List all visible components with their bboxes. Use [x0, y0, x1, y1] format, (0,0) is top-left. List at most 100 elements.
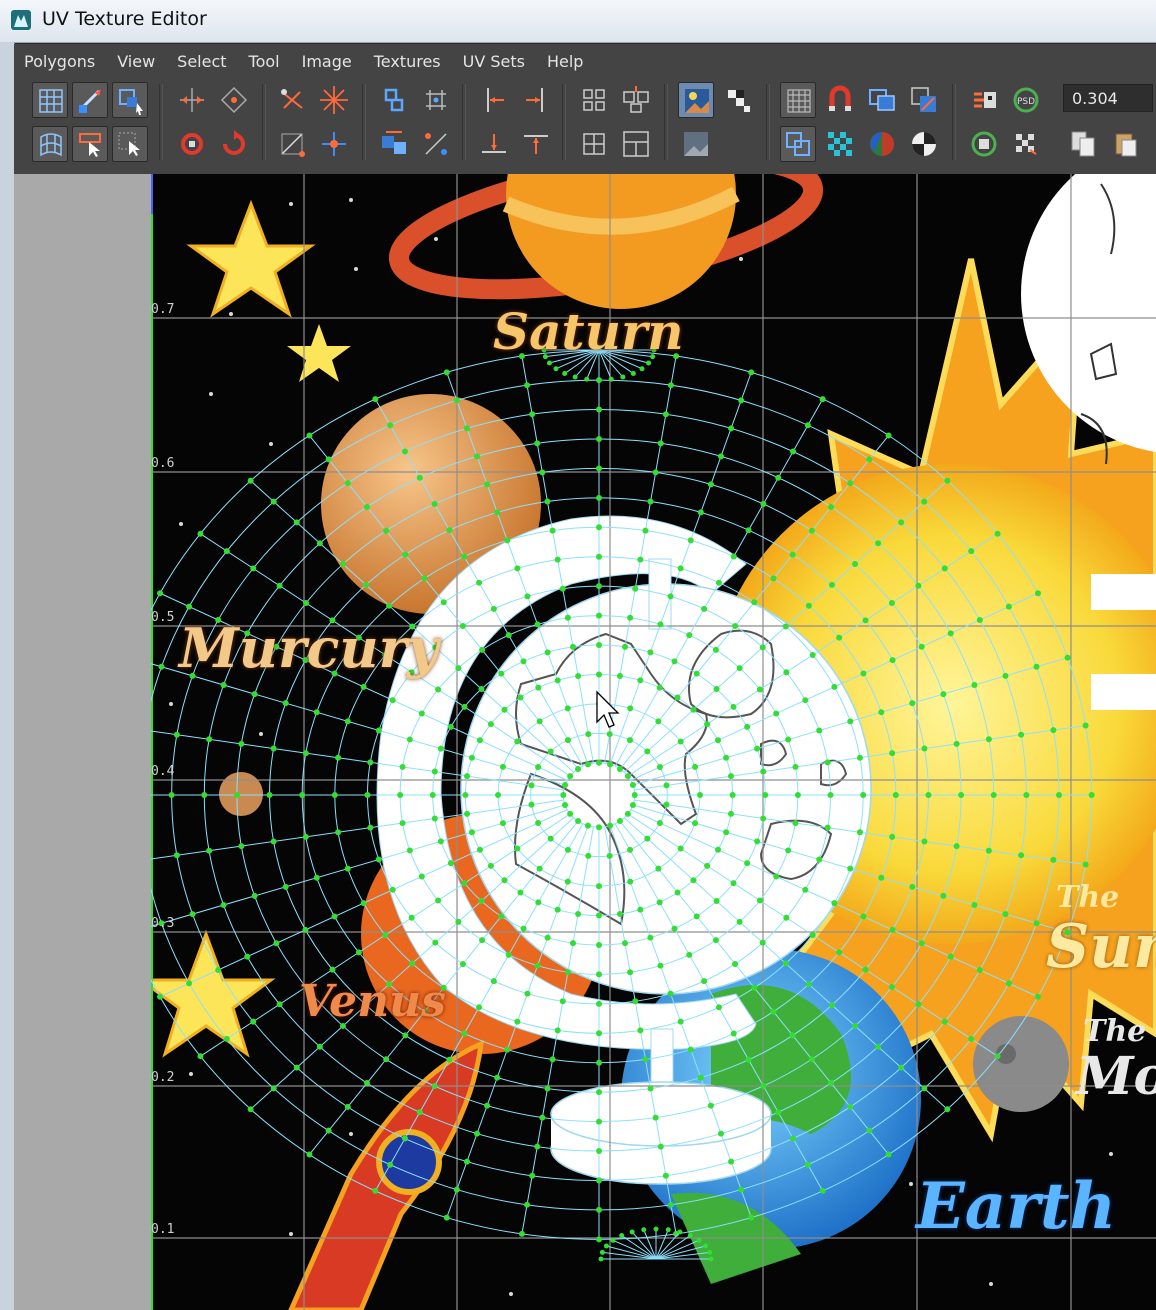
- uv-vertex[interactable]: [657, 1143, 664, 1150]
- uv-vertex[interactable]: [715, 846, 722, 853]
- uv-vertex[interactable]: [464, 773, 471, 780]
- uv-vertex[interactable]: [363, 581, 370, 588]
- uv-vertex[interactable]: [789, 1032, 796, 1039]
- uv-vertex[interactable]: [476, 846, 483, 853]
- uv-vertex[interactable]: [646, 360, 652, 366]
- uv-vertex[interactable]: [344, 865, 351, 872]
- uv-vertex[interactable]: [382, 932, 389, 939]
- uv-vertex[interactable]: [667, 990, 674, 997]
- uv-vertex[interactable]: [575, 765, 582, 772]
- uv-vertex[interactable]: [671, 925, 678, 932]
- uv-vertex[interactable]: [608, 376, 614, 382]
- uv-vertex[interactable]: [639, 366, 645, 372]
- uv-vertex[interactable]: [266, 792, 273, 798]
- uv-vertex[interactable]: [562, 782, 569, 789]
- uv-vertex[interactable]: [223, 1035, 230, 1042]
- uv-vertex[interactable]: [701, 978, 708, 985]
- uv-vertex[interactable]: [276, 1001, 283, 1008]
- uv-vertex[interactable]: [944, 1106, 951, 1113]
- uv-vertex[interactable]: [554, 556, 561, 563]
- uv-vertex[interactable]: [360, 683, 367, 690]
- uv-vertex[interactable]: [693, 670, 700, 677]
- uv-vertex[interactable]: [727, 773, 734, 780]
- uv-vertex[interactable]: [677, 1018, 684, 1025]
- uv-vertex[interactable]: [824, 759, 831, 766]
- uv-vertex[interactable]: [637, 556, 644, 563]
- uv-vertex[interactable]: [250, 1018, 257, 1025]
- uv-vertex[interactable]: [677, 738, 684, 745]
- uv-vertex[interactable]: [247, 1106, 254, 1113]
- menu-view[interactable]: View: [106, 52, 166, 71]
- uv-smudge-tool-icon[interactable]: [32, 126, 68, 162]
- uv-vertex[interactable]: [596, 1177, 602, 1184]
- uv-vertex[interactable]: [596, 1089, 602, 1096]
- uv-vertex[interactable]: [331, 792, 338, 798]
- uv-vertex[interactable]: [677, 565, 684, 572]
- uv-vertex[interactable]: [447, 723, 454, 730]
- uv-vertex[interactable]: [686, 951, 693, 958]
- uv-vertex[interactable]: [852, 561, 859, 568]
- uv-vertex[interactable]: [947, 630, 954, 637]
- uv-vertex[interactable]: [490, 978, 497, 985]
- uv-vertex[interactable]: [607, 822, 614, 829]
- uv-vertex[interactable]: [560, 792, 567, 798]
- uv-vertex[interactable]: [276, 582, 283, 589]
- uv-vertex[interactable]: [421, 575, 428, 582]
- shaded-uvs-icon[interactable]: [864, 82, 900, 118]
- uv-vertex[interactable]: [708, 1256, 714, 1262]
- uv-vertex[interactable]: [596, 759, 602, 766]
- uv-snapshot-icon[interactable]: [966, 126, 1002, 162]
- uv-vertex[interactable]: [244, 953, 251, 960]
- uv-vertex[interactable]: [306, 1151, 313, 1158]
- uv-vertex[interactable]: [559, 998, 566, 1005]
- uv-vertex[interactable]: [401, 448, 408, 455]
- uv-vertex[interactable]: [656, 899, 663, 906]
- uv-vertex[interactable]: [432, 939, 439, 946]
- uv-vertex[interactable]: [517, 694, 524, 701]
- uv-vertex[interactable]: [940, 892, 947, 899]
- copy-uvs-icon[interactable]: [1066, 126, 1102, 162]
- uv-vertex[interactable]: [476, 737, 483, 744]
- uv-vertex[interactable]: [535, 684, 542, 691]
- uv-vertex[interactable]: [585, 852, 592, 859]
- uv-vertex[interactable]: [627, 969, 634, 976]
- uv-vertex[interactable]: [723, 829, 730, 836]
- uv-vertex[interactable]: [785, 736, 792, 743]
- rotate-uvs-ccw-icon[interactable]: [174, 126, 210, 162]
- uv-vertex[interactable]: [270, 1085, 277, 1092]
- uv-vertex[interactable]: [564, 614, 571, 621]
- uv-vertex[interactable]: [921, 1085, 928, 1092]
- uv-vertex[interactable]: [273, 940, 280, 947]
- cut-uv-edges-icon[interactable]: [274, 82, 310, 118]
- uv-vertex[interactable]: [599, 1249, 605, 1255]
- uv-vertex[interactable]: [622, 940, 629, 947]
- normalize-uvs-icon[interactable]: [274, 126, 310, 162]
- uv-vertex[interactable]: [789, 551, 796, 558]
- uv-vertex[interactable]: [437, 745, 444, 752]
- uv-vertex[interactable]: [885, 432, 892, 439]
- uv-vertex[interactable]: [1005, 603, 1012, 610]
- uv-vertex[interactable]: [534, 962, 541, 969]
- uv-vertex[interactable]: [1064, 654, 1071, 661]
- uv-vertex[interactable]: [505, 951, 512, 958]
- uv-vertex[interactable]: [270, 498, 277, 505]
- uv-vertex[interactable]: [968, 1035, 975, 1042]
- uv-vertex[interactable]: [1033, 663, 1040, 670]
- uv-vertex[interactable]: [596, 912, 602, 919]
- uv-vertex[interactable]: [596, 524, 602, 531]
- uv-vertex[interactable]: [282, 883, 289, 890]
- uv-vertex[interactable]: [728, 425, 735, 432]
- uv-vertex[interactable]: [1002, 911, 1009, 918]
- uv-vertex[interactable]: [416, 474, 423, 481]
- uv-vertex[interactable]: [206, 736, 213, 743]
- uv-vertex[interactable]: [662, 411, 669, 418]
- uv-vertex[interactable]: [847, 480, 854, 487]
- uv-vertex[interactable]: [790, 1135, 797, 1142]
- uv-vertex[interactable]: [596, 1206, 602, 1213]
- uv-vertex[interactable]: [197, 1053, 204, 1060]
- uv-vertex[interactable]: [344, 718, 351, 725]
- uv-vertex[interactable]: [971, 902, 978, 909]
- uv-vertex[interactable]: [501, 877, 508, 884]
- uv-vertex[interactable]: [663, 782, 670, 789]
- uv-vertex[interactable]: [534, 440, 541, 447]
